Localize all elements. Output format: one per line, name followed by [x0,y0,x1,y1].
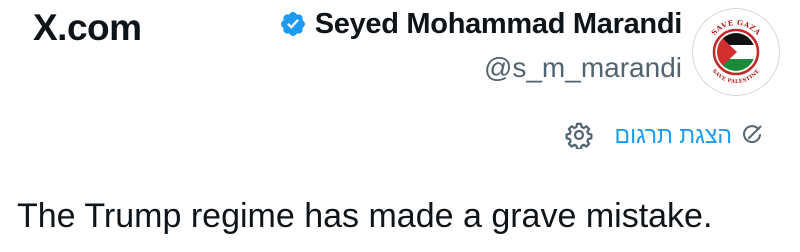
name-row: Seyed Mohammad Marandi [279,4,682,44]
translate-row: הצגת תרגום [565,118,764,152]
site-brand: X.com [33,4,142,52]
tweet-text: The Trump regime has made a grave mistak… [17,197,713,235]
site-brand-text: X.com [33,7,142,48]
verified-badge-icon [279,10,307,38]
user-handle[interactable]: @s_m_marandi [279,52,682,84]
display-name[interactable]: Seyed Mohammad Marandi [315,8,683,41]
profile-header: Seyed Mohammad Marandi @s_m_marandi [279,4,682,84]
gear-icon[interactable] [565,121,593,150]
show-translation-link[interactable]: הצגת תרגום [615,122,732,149]
avatar[interactable]: SAVE GAZA SAVE PALESTINE [692,8,780,96]
translate-icon[interactable] [740,123,764,147]
avatar-image: SAVE GAZA SAVE PALESTINE [696,12,776,92]
